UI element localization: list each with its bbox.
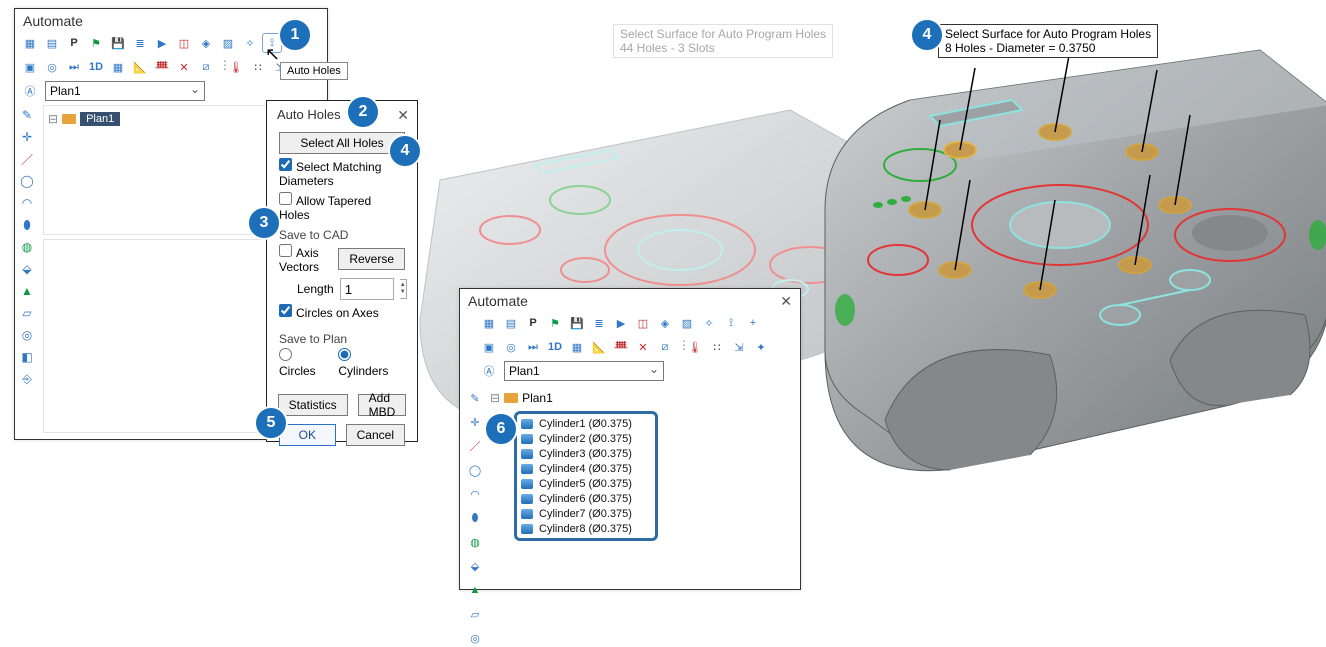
circle-icon[interactable]: ◯ (466, 461, 484, 479)
plus-icon[interactable]: + (744, 314, 762, 332)
close-icon[interactable]: ✕ (780, 293, 792, 310)
sphere-icon[interactable]: ◍ (466, 533, 484, 551)
cylinder-list-item[interactable]: Cylinder7 (Ø0.375) (521, 506, 651, 521)
mouse-cursor-icon: ↖ (265, 44, 280, 65)
plan-tree: ⊟ Plan1 Cylinder1 (Ø0.375)Cylinder2 (Ø0.… (490, 389, 792, 541)
step-3-badge: 3 (247, 206, 281, 240)
step-6-badge: 6 (484, 412, 518, 446)
list-icon[interactable]: ≣ (590, 314, 608, 332)
cylinder-list-item[interactable]: Cylinder3 (Ø0.375) (521, 446, 651, 461)
step-5-badge: 5 (254, 406, 288, 440)
toolbar-row-2: ▣ ◎ ⏭ 1D ▦ 📐 ᚙ ✕ ⧄ ⋮ 🌡 ∷ ⇲ ✦ (460, 335, 800, 359)
hatch-icon[interactable]: ▨ (678, 314, 696, 332)
tag-icon[interactable]: ◈ (656, 314, 674, 332)
cylinder-list-item[interactable]: Cylinder2 (Ø0.375) (521, 431, 651, 446)
1d-icon[interactable]: 1D (546, 338, 564, 356)
cylinder-results-box: Cylinder1 (Ø0.375)Cylinder2 (Ø0.375)Cyli… (514, 411, 658, 541)
tree-root-label: Plan1 (522, 391, 553, 405)
slot-icon[interactable]: ⬮ (466, 509, 484, 527)
form-icon[interactable]: ▦ (480, 314, 498, 332)
flag-icon[interactable]: ⚑ (546, 314, 564, 332)
plan-select[interactable]: Plan1 (504, 361, 664, 381)
grid-icon[interactable]: ▦ (568, 338, 586, 356)
cylinder-list-item[interactable]: Cylinder5 (Ø0.375) (521, 476, 651, 491)
step-1-badge: 1 (278, 18, 312, 52)
torus-icon[interactable]: ◎ (466, 629, 484, 647)
folder-icon (504, 393, 518, 403)
chart-icon[interactable]: ⧄ (656, 338, 674, 356)
plane-icon[interactable]: ▱ (466, 605, 484, 623)
cylinder-list-item[interactable]: Cylinder6 (Ø0.375) (521, 491, 651, 506)
step-4-badge: 4 (910, 18, 944, 52)
doc-icon[interactable]: ▤ (502, 314, 520, 332)
arc-icon[interactable]: ◠ (466, 485, 484, 503)
autoholes-icon[interactable]: ⟟ (722, 314, 740, 332)
feature-sidebar: ✎ ✛ ／ ◯ ◠ ⬮ ◍ ⬙ ▲ ▱ ◎ (466, 389, 484, 647)
cylinder-list-item[interactable]: Cylinder4 (Ø0.375) (521, 461, 651, 476)
cone-icon[interactable]: ▲ (466, 581, 484, 599)
step-4a-badge: 4 (388, 134, 422, 168)
crosshair-icon[interactable]: ✛ (466, 413, 484, 431)
rel-icon[interactable]: ✦ (752, 338, 770, 356)
frame-icon[interactable]: ◫ (634, 314, 652, 332)
surface-tooltip-right: Select Surface for Auto Program Holes 8 … (938, 24, 1158, 58)
p-icon[interactable]: P (524, 314, 542, 332)
cylinder-list-item[interactable]: Cylinder1 (Ø0.375) (521, 416, 651, 431)
target-icon[interactable]: ◎ (502, 338, 520, 356)
toolbar-row-1: ▦ ▤ P ⚑ 💾 ≣ ▶ ◫ ◈ ▨ ✧ ⟟ + (460, 311, 800, 335)
play-icon[interactable]: ▶ (612, 314, 630, 332)
tooltip-autoholes: Auto Holes (280, 62, 348, 80)
surface-tooltip-left: Select Surface for Auto Program Holes 44… (613, 24, 833, 58)
dots-icon[interactable]: ∷ (708, 338, 726, 356)
wand-icon[interactable]: ✧ (700, 314, 718, 332)
ruler-icon[interactable]: 📐 (590, 338, 608, 356)
save-icon[interactable]: 💾 (568, 314, 586, 332)
point-icon[interactable]: ✕ (634, 338, 652, 356)
thermo-icon[interactable]: 🌡 (686, 338, 704, 356)
line-icon[interactable]: ／ (466, 437, 484, 455)
panel-title: Automate (460, 289, 800, 311)
branch-icon[interactable]: ᚙ (612, 338, 630, 356)
cal-icon[interactable]: ⇲ (730, 338, 748, 356)
probe-icon[interactable]: ✎ (466, 389, 484, 407)
next-icon[interactable]: ⏭ (524, 338, 542, 356)
step-2-badge: 2 (346, 95, 380, 129)
cylinder-icon[interactable]: ⬙ (466, 557, 484, 575)
block-icon[interactable]: ▣ (480, 338, 498, 356)
cylinder-list-item[interactable]: Cylinder8 (Ø0.375) (521, 521, 651, 536)
separator: ⋮ (678, 338, 682, 356)
plan-label-icon[interactable]: Ⓐ (480, 362, 498, 380)
tree-root[interactable]: ⊟ Plan1 (490, 389, 792, 407)
